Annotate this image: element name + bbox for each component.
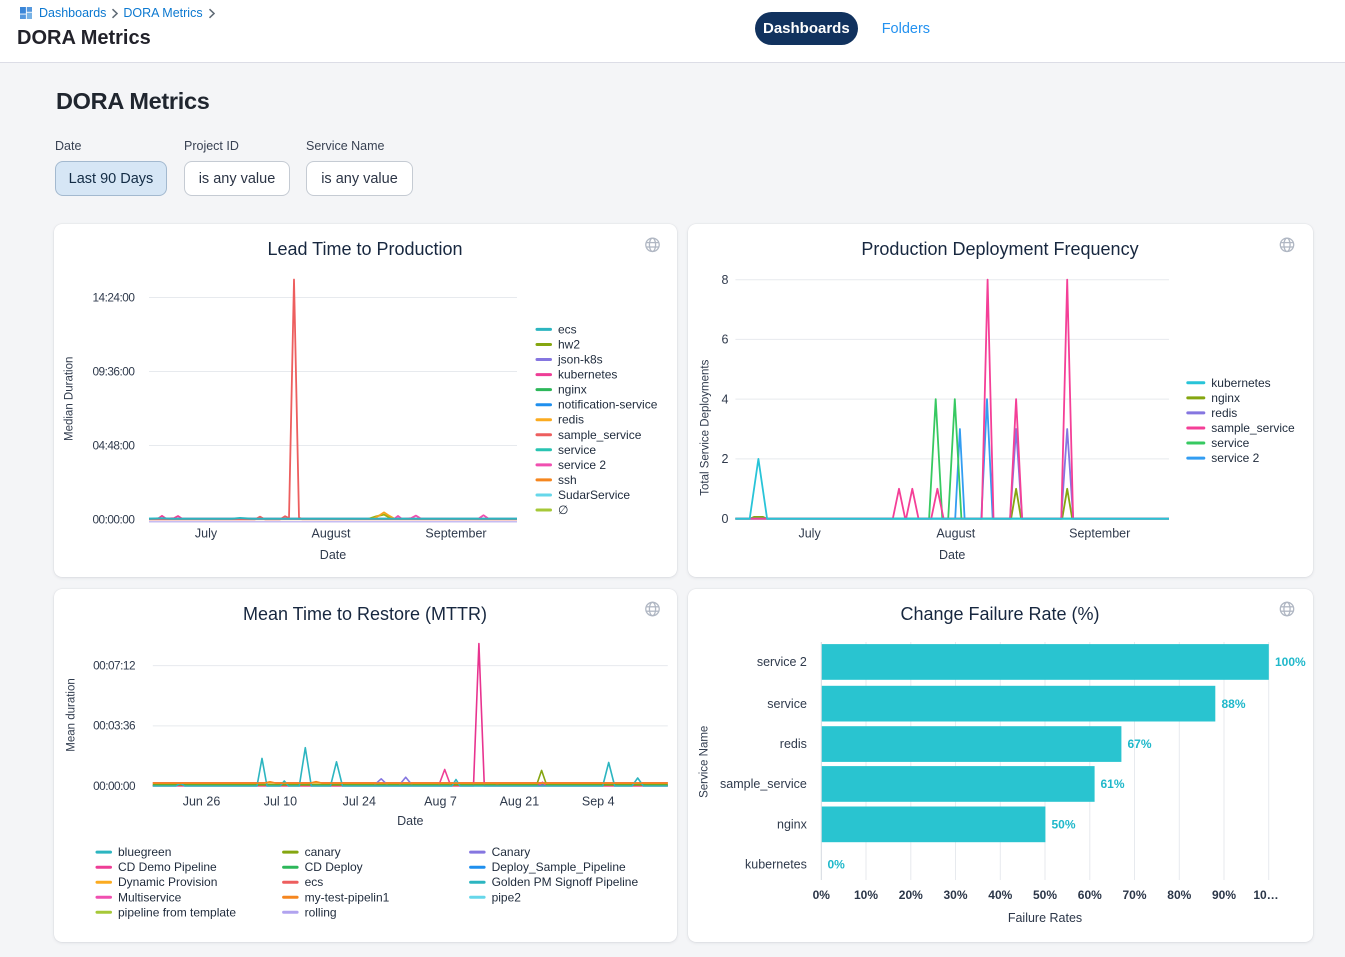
svg-text:0: 0: [721, 512, 728, 526]
svg-text:ecs: ecs: [305, 875, 324, 889]
svg-text:kubernetes: kubernetes: [558, 368, 617, 382]
svg-text:CD Deploy: CD Deploy: [305, 860, 363, 874]
svg-text:100%: 100%: [1275, 655, 1306, 669]
svg-text:nginx: nginx: [558, 383, 587, 397]
svg-text:4: 4: [721, 392, 728, 406]
svg-text:bluegreen: bluegreen: [118, 845, 171, 859]
svg-text:09:36:00: 09:36:00: [92, 364, 135, 378]
svg-text:August: August: [312, 527, 351, 541]
svg-text:July: July: [195, 527, 218, 541]
svg-text:Production Deployment Frequenc: Production Deployment Frequency: [861, 239, 1138, 259]
svg-text:CD Demo Pipeline: CD Demo Pipeline: [118, 860, 217, 874]
svg-text:service: service: [767, 697, 807, 711]
svg-text:Jul 10: Jul 10: [264, 795, 297, 809]
svg-text:July: July: [798, 527, 821, 541]
svg-text:pipe2: pipe2: [492, 890, 522, 904]
svg-text:20%: 20%: [899, 888, 923, 902]
svg-text:00:00:00: 00:00:00: [92, 512, 135, 526]
svg-text:0%: 0%: [828, 857, 846, 871]
svg-text:04:48:00: 04:48:00: [92, 438, 135, 452]
svg-text:hw2: hw2: [558, 338, 580, 352]
svg-text:Sep 4: Sep 4: [582, 795, 615, 809]
svg-text:service: service: [1211, 436, 1249, 450]
svg-text:Median Duration: Median Duration: [63, 357, 75, 441]
svg-text:67%: 67%: [1128, 737, 1152, 751]
svg-text:kubernetes: kubernetes: [1211, 376, 1270, 390]
svg-text:Jun 26: Jun 26: [183, 795, 221, 809]
svg-text:Canary: Canary: [492, 845, 531, 859]
svg-text:Service Name: Service Name: [699, 726, 711, 798]
svg-text:00:07:12: 00:07:12: [93, 658, 135, 672]
svg-text:service 2: service 2: [757, 655, 807, 669]
svg-text:50%: 50%: [1052, 818, 1076, 832]
svg-text:nginx: nginx: [1211, 391, 1240, 405]
svg-text:8: 8: [721, 273, 728, 287]
svg-text:Failure Rates: Failure Rates: [1008, 911, 1082, 925]
svg-text:Dynamic Provision: Dynamic Provision: [118, 875, 217, 889]
svg-text:10…: 10…: [1253, 888, 1278, 902]
svg-text:json-k8s: json-k8s: [557, 353, 603, 367]
svg-text:Date: Date: [320, 548, 346, 562]
svg-text:2: 2: [721, 452, 728, 466]
svg-text:ssh: ssh: [558, 473, 577, 487]
svg-text:sample_service: sample_service: [558, 428, 642, 442]
svg-text:Deploy_Sample_Pipeline: Deploy_Sample_Pipeline: [492, 860, 626, 874]
svg-text:notification-service: notification-service: [558, 398, 658, 412]
svg-text:00:03:36: 00:03:36: [93, 719, 136, 733]
svg-text:service 2: service 2: [558, 458, 606, 472]
svg-text:canary: canary: [305, 845, 341, 859]
svg-text:service: service: [558, 443, 596, 457]
svg-text:nginx: nginx: [777, 818, 808, 832]
svg-text:00:00:00: 00:00:00: [93, 779, 136, 793]
svg-text:Mean Time to Restore (MTTR): Mean Time to Restore (MTTR): [243, 604, 487, 624]
svg-text:sample_service: sample_service: [720, 777, 807, 791]
svg-text:pipeline from template: pipeline from template: [118, 905, 236, 919]
svg-text:Mean duration: Mean duration: [65, 678, 77, 752]
svg-text:10%: 10%: [854, 888, 878, 902]
svg-text:ecs: ecs: [558, 322, 577, 336]
svg-text:14:24:00: 14:24:00: [92, 290, 135, 304]
svg-text:redis: redis: [1211, 406, 1237, 420]
svg-text:88%: 88%: [1222, 697, 1246, 711]
svg-text:Date: Date: [397, 814, 423, 828]
svg-text:Aug 7: Aug 7: [424, 795, 457, 809]
svg-text:Change Failure Rate (%): Change Failure Rate (%): [900, 604, 1099, 624]
svg-text:90%: 90%: [1212, 888, 1236, 902]
svg-text:kubernetes: kubernetes: [745, 857, 807, 871]
svg-text:70%: 70%: [1122, 888, 1146, 902]
svg-text:SudarService: SudarService: [558, 488, 630, 502]
svg-text:September: September: [1069, 527, 1130, 541]
svg-text:Jul 24: Jul 24: [343, 795, 376, 809]
svg-text:60%: 60%: [1078, 888, 1102, 902]
svg-text:∅: ∅: [558, 503, 568, 517]
svg-text:80%: 80%: [1167, 888, 1191, 902]
svg-text:service 2: service 2: [1211, 451, 1259, 465]
svg-text:6: 6: [721, 333, 728, 347]
svg-text:sample_service: sample_service: [1211, 421, 1295, 435]
svg-text:Golden PM Signoff Pipeline: Golden PM Signoff Pipeline: [492, 875, 639, 889]
svg-text:redis: redis: [780, 737, 807, 751]
svg-text:61%: 61%: [1101, 777, 1125, 791]
svg-text:rolling: rolling: [305, 905, 337, 919]
svg-text:Total Service Deployments: Total Service Deployments: [700, 359, 712, 495]
svg-text:Multiservice: Multiservice: [118, 890, 182, 904]
svg-text:0%: 0%: [813, 888, 831, 902]
svg-text:Date: Date: [939, 548, 965, 562]
svg-text:August: August: [936, 527, 975, 541]
svg-text:30%: 30%: [943, 888, 967, 902]
svg-text:50%: 50%: [1033, 888, 1057, 902]
svg-text:my-test-pipelin1: my-test-pipelin1: [305, 890, 390, 904]
svg-text:40%: 40%: [988, 888, 1012, 902]
svg-text:Lead Time to Production: Lead Time to Production: [267, 239, 462, 259]
svg-text:September: September: [425, 527, 486, 541]
svg-text:redis: redis: [558, 413, 584, 427]
svg-text:Aug 21: Aug 21: [500, 795, 540, 809]
